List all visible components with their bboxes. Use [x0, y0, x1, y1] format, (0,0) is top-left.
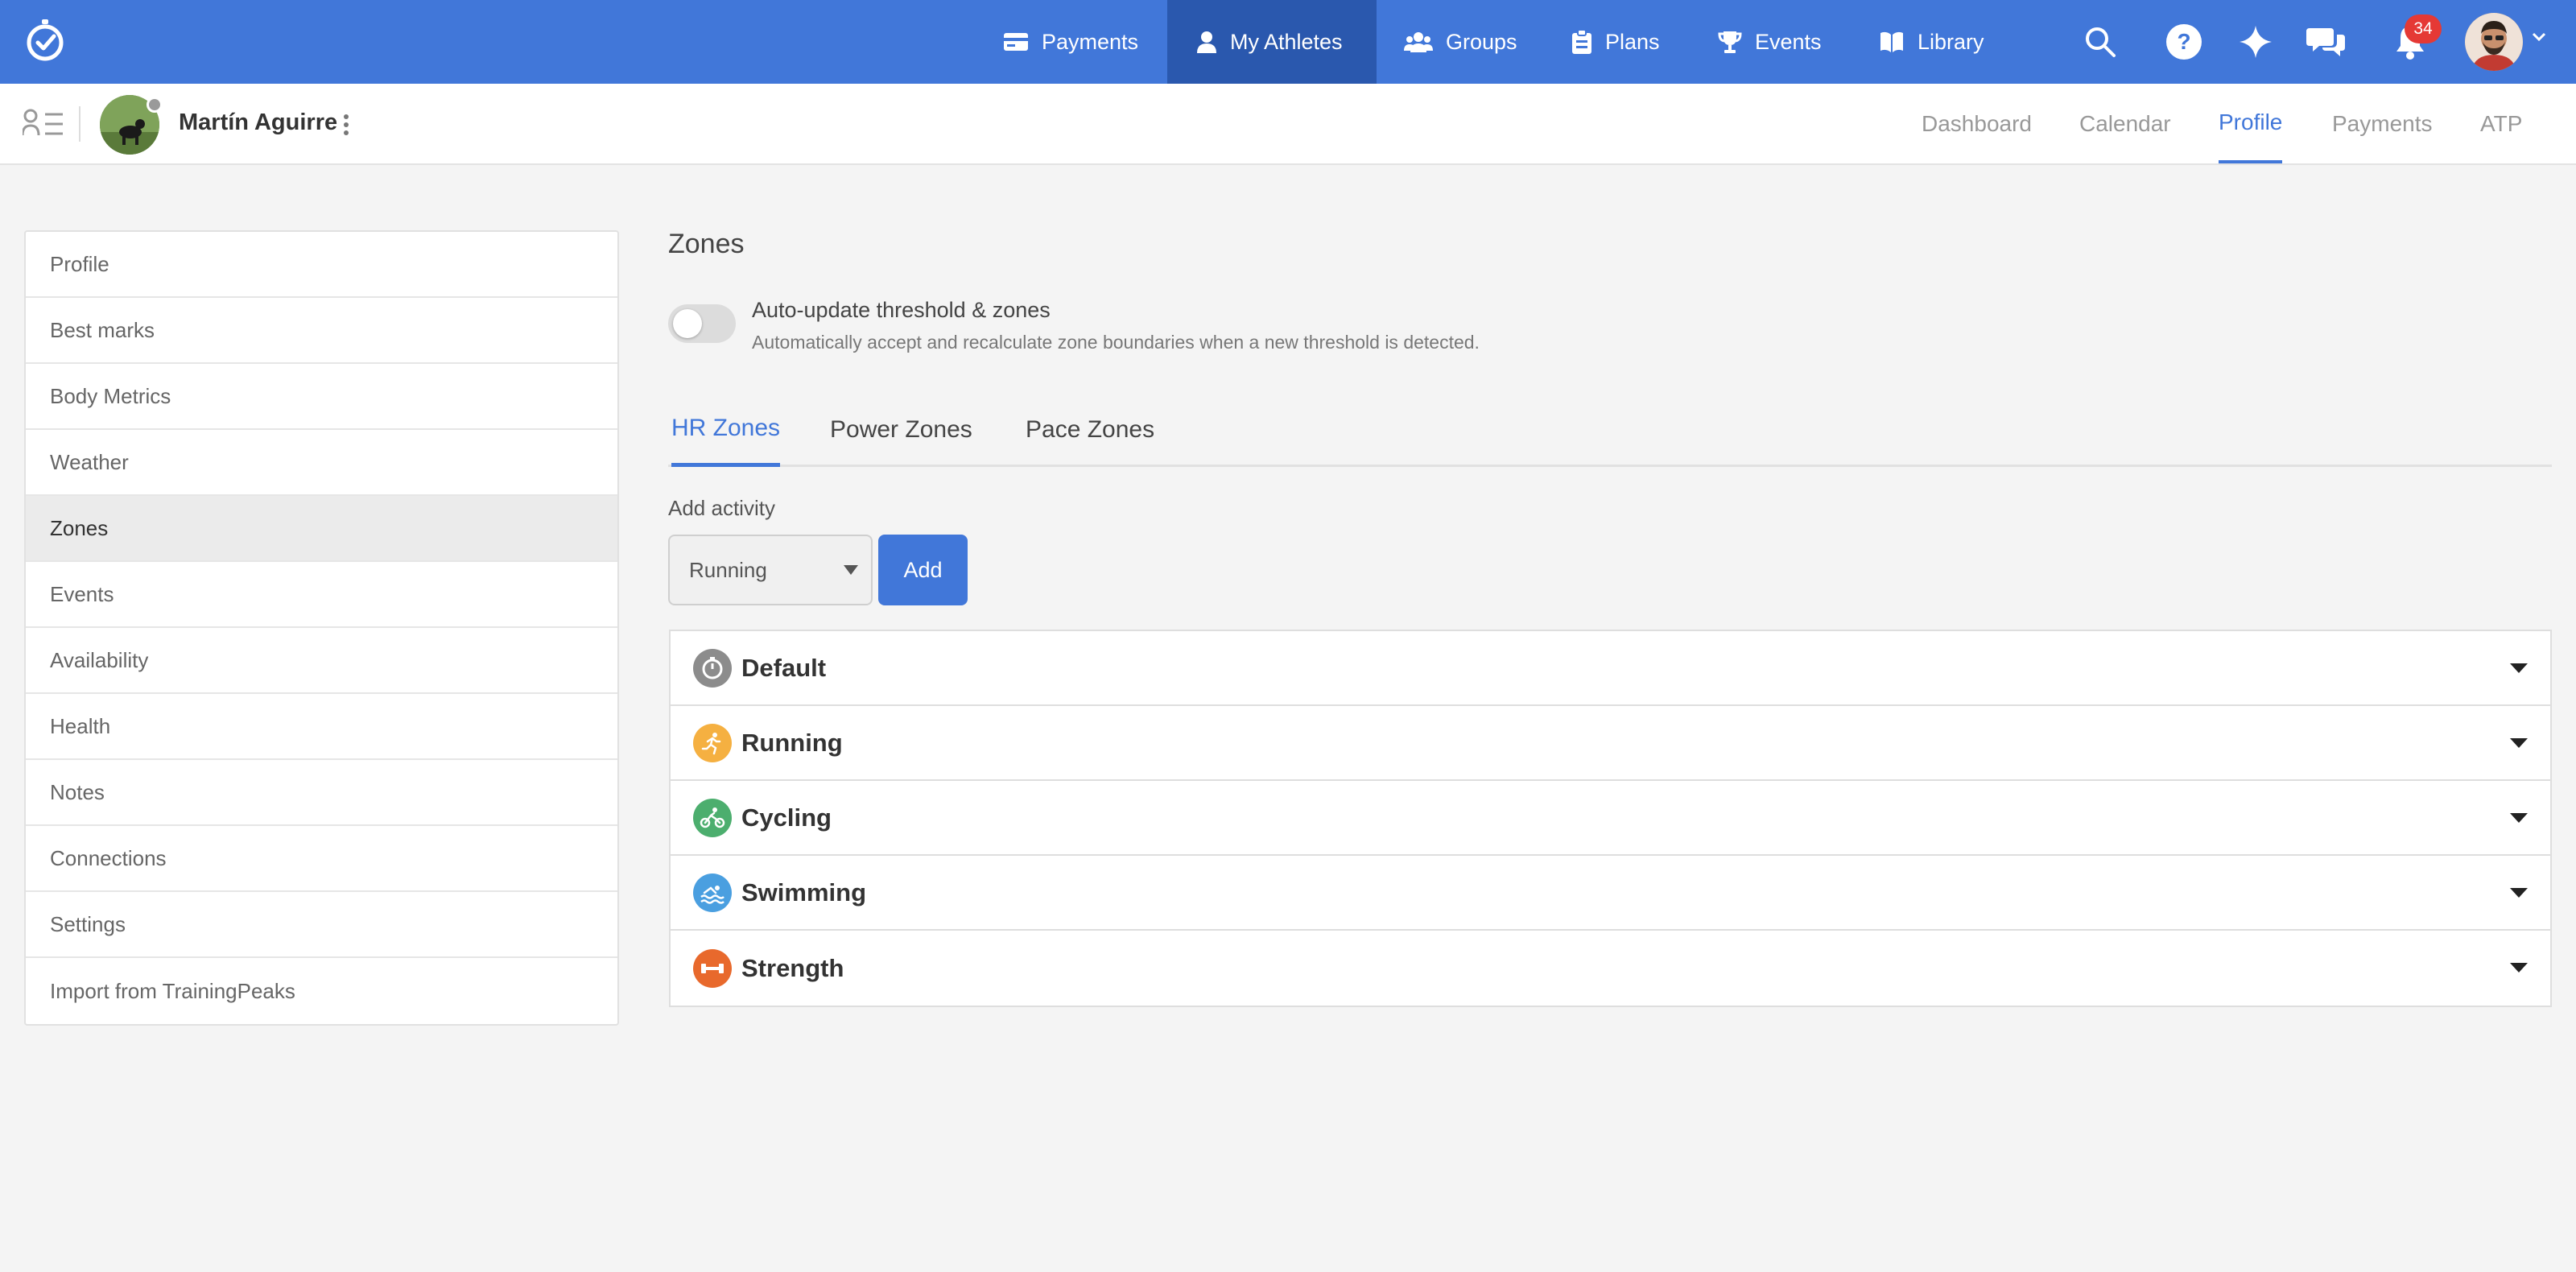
sidebar-item-events[interactable]: Events — [26, 562, 617, 628]
bike-icon — [693, 798, 732, 837]
tab-calendar[interactable]: Calendar — [2079, 84, 2171, 163]
caret-down-icon[interactable] — [2510, 663, 2528, 675]
activity-row-swimming[interactable]: Swimming — [671, 856, 2550, 931]
sidebar-item-best-marks[interactable]: Best marks — [26, 298, 617, 364]
nav-my-athletes[interactable]: My Athletes — [1167, 0, 1377, 84]
sidebar-item-notes[interactable]: Notes — [26, 760, 617, 826]
tab-atp[interactable]: ATP — [2480, 84, 2522, 163]
athlete-name: Martín Aguirre — [179, 109, 338, 135]
activity-select-value: Running — [689, 557, 767, 582]
profile-sidebar: Profile Best marks Body Metrics Weather … — [24, 230, 619, 1026]
athlete-list-icon[interactable] — [23, 108, 64, 140]
activity-zones-list: Default Running Cycling Swimming Strengt… — [669, 630, 2552, 1007]
help-button[interactable]: ? — [2163, 21, 2205, 63]
activity-row-running[interactable]: Running — [671, 706, 2550, 781]
caret-down-icon[interactable] — [2510, 963, 2528, 974]
caret-down-icon[interactable] — [2510, 738, 2528, 750]
toggle-description: Automatically accept and recalculate zon… — [752, 332, 1480, 353]
ai-assistant-button[interactable] — [2235, 21, 2277, 63]
nav-my-athletes-label: My Athletes — [1230, 29, 1343, 54]
tab-profile[interactable]: Profile — [2219, 84, 2283, 163]
sidebar-item-availability[interactable]: Availability — [26, 628, 617, 694]
nav-payments[interactable]: Payments — [1003, 0, 1138, 84]
sidebar-item-zones[interactable]: Zones — [26, 496, 617, 562]
user-photo — [2465, 13, 2523, 71]
sidebar-item-body-metrics[interactable]: Body Metrics — [26, 364, 617, 430]
divider — [79, 106, 80, 142]
runner-icon — [693, 723, 732, 762]
nav-events-label: Events — [1755, 29, 1822, 54]
activity-label: Swimming — [741, 878, 867, 907]
tab-pace-zones[interactable]: Pace Zones — [1026, 393, 1154, 467]
sidebar-item-settings[interactable]: Settings — [26, 892, 617, 958]
nav-plans[interactable]: Plans — [1571, 0, 1660, 84]
nav-plans-label: Plans — [1605, 29, 1660, 54]
auto-update-toggle[interactable] — [668, 304, 736, 343]
activity-label: Cycling — [741, 803, 832, 832]
notification-count-badge: 34 — [2405, 14, 2442, 43]
sidebar-item-profile[interactable]: Profile — [26, 232, 617, 298]
sidebar-item-connections[interactable]: Connections — [26, 826, 617, 892]
user-avatar[interactable] — [2465, 13, 2523, 71]
activity-select[interactable]: Running — [668, 535, 873, 605]
trophy-icon — [1718, 31, 1742, 53]
nav-groups[interactable]: Groups — [1404, 0, 1517, 84]
nav-payments-label: Payments — [1042, 29, 1139, 54]
tab-payments[interactable]: Payments — [2332, 84, 2433, 163]
zone-tabs: HR Zones Power Zones Pace Zones — [668, 393, 2552, 467]
search-icon — [2086, 27, 2116, 57]
activity-label: Running — [741, 728, 843, 757]
chevron-down-icon[interactable] — [2532, 32, 2546, 42]
caret-down-icon[interactable] — [2510, 813, 2528, 824]
more-options-icon[interactable] — [340, 113, 353, 137]
athlete-header: Martín Aguirre Dashboard Calendar Profil… — [0, 84, 2576, 165]
activity-row-strength[interactable]: Strength — [671, 931, 2550, 1006]
activity-label: Default — [741, 653, 827, 682]
activity-row-cycling[interactable]: Cycling — [671, 781, 2550, 856]
chat-icon — [2306, 28, 2345, 56]
add-activity-button[interactable]: Add — [878, 535, 968, 605]
sidebar-item-import-trainingpeaks[interactable]: Import from TrainingPeaks — [26, 958, 617, 1024]
caret-down-icon[interactable] — [2510, 888, 2528, 899]
add-activity-label: Add activity — [668, 496, 775, 520]
toggle-knob — [673, 309, 702, 338]
toggle-title: Auto-update threshold & zones — [752, 298, 1051, 322]
sidebar-item-health[interactable]: Health — [26, 694, 617, 760]
sidebar-item-weather[interactable]: Weather — [26, 430, 617, 496]
svg-text:?: ? — [2177, 29, 2190, 54]
nav-library-label: Library — [1918, 29, 1984, 54]
tab-dashboard[interactable]: Dashboard — [1922, 84, 2032, 163]
group-icon — [1404, 32, 1433, 52]
help-icon: ? — [2166, 24, 2202, 60]
app-logo-icon[interactable] — [23, 18, 68, 63]
tab-power-zones[interactable]: Power Zones — [830, 393, 972, 467]
top-navbar: Payments My Athletes Groups Plans Events… — [0, 0, 2576, 84]
nav-library[interactable]: Library — [1879, 0, 1984, 84]
activity-row-default[interactable]: Default — [671, 631, 2550, 706]
swimmer-icon — [693, 873, 732, 912]
sparkle-icon — [2240, 26, 2272, 58]
card-icon — [1004, 33, 1028, 51]
activity-label: Strength — [741, 953, 844, 982]
page-title: Zones — [668, 229, 745, 259]
tab-hr-zones[interactable]: HR Zones — [671, 393, 781, 467]
status-dot — [147, 97, 163, 113]
stopwatch-icon — [693, 648, 732, 688]
dumbbell-icon — [693, 948, 732, 988]
clipboard-icon — [1572, 30, 1591, 54]
search-button[interactable] — [2079, 21, 2121, 63]
nav-events[interactable]: Events — [1718, 0, 1822, 84]
nav-groups-label: Groups — [1446, 29, 1517, 54]
messages-button[interactable] — [2306, 21, 2347, 63]
person-icon — [1197, 31, 1216, 53]
caret-down-icon — [844, 565, 858, 575]
book-icon — [1880, 31, 1903, 52]
